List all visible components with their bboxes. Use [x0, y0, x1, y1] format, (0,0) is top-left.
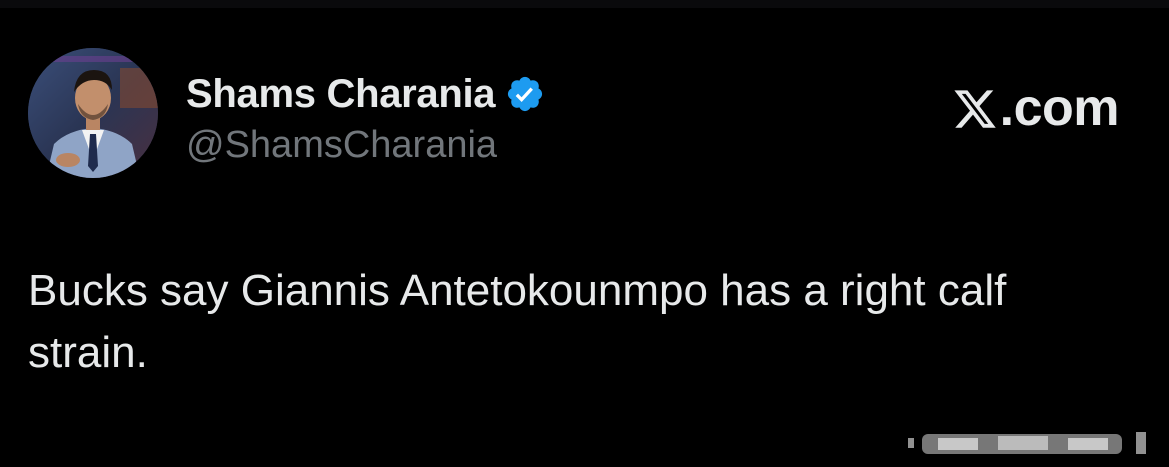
name-row: Shams Charania [186, 70, 545, 118]
top-edge-strip [0, 0, 1169, 8]
avatar[interactable] [28, 48, 158, 178]
author-identity: Shams Charania @ShamsCharania [186, 70, 545, 167]
brand-suffix: .com [999, 79, 1120, 137]
x-logo-icon [952, 85, 998, 131]
handle[interactable]: @ShamsCharania [186, 124, 545, 167]
x-com-brand[interactable]: .com [952, 78, 1120, 138]
tweet-text: Bucks say Giannis Antetokounmpo has a ri… [28, 266, 1007, 377]
display-name[interactable]: Shams Charania [186, 72, 496, 117]
tweet-card: Shams Charania @ShamsCharania .com Bucks… [0, 8, 1169, 467]
blurred-watermark [908, 428, 1154, 458]
verified-badge-icon [505, 74, 545, 114]
avatar-photo [28, 48, 158, 178]
